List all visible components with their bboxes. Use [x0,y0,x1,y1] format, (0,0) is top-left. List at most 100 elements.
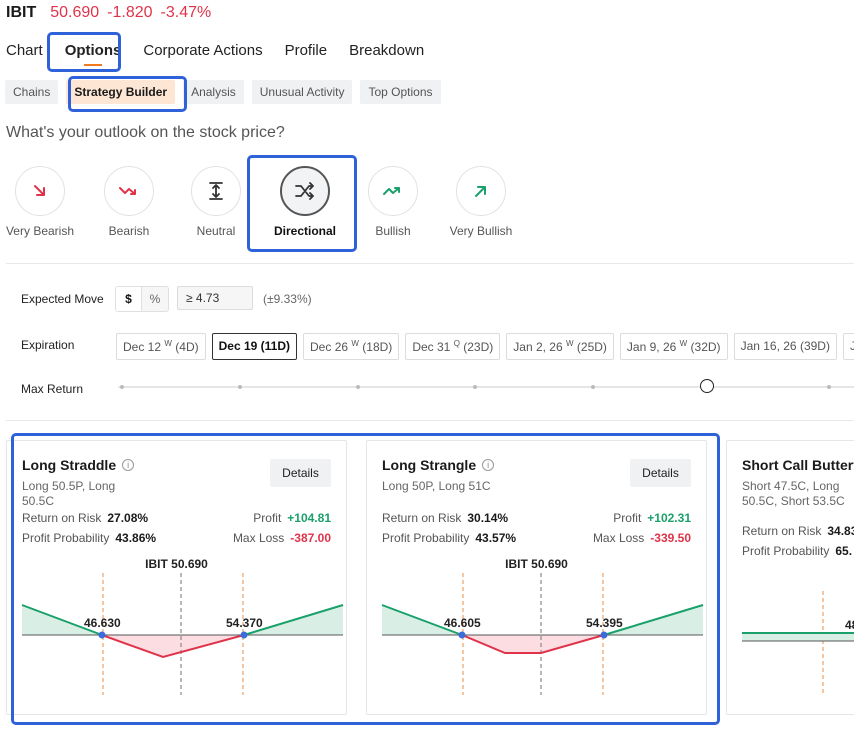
expiration-date: Dec 12 [123,340,162,354]
tab-chart[interactable]: Chart [6,42,43,59]
slider-tick [120,385,124,389]
neutral-range-icon [191,166,241,216]
expiration-tag: Q [453,339,460,348]
breakeven-high-label: 54.395 [586,616,623,630]
max-loss-label: Max Loss [232,531,285,545]
return-on-risk-value: 34.83 [827,524,854,538]
tab-profile[interactable]: Profile [285,42,328,59]
expiration-chip[interactable]: Dec 12 W (4D) [116,333,206,360]
return-on-risk-label: Return on Risk [382,511,462,525]
directional-shuffle-icon [280,166,330,216]
expiration-chip[interactable]: Dec 26 W (18D) [303,333,400,360]
outlook-very-bearish[interactable]: Very Bearish [0,166,80,238]
bullish-zigzag-icon [368,166,418,216]
max-loss: Max Loss -387.00 [233,531,331,545]
expiration-days: (23D) [463,340,494,354]
expiration-days: (4D) [175,340,199,354]
return-on-risk: Return on Risk 34.83 [742,524,854,538]
breakeven-low-label: 46.605 [444,616,481,630]
expiration-chip[interactable]: Ja [842,333,854,360]
card-title: Long Strangle i [382,457,495,473]
very-bearish-arrow-icon [15,166,65,216]
card-title-text: Long Straddle [22,457,117,473]
unit-dollar-button[interactable]: $ [116,287,142,311]
profit-probability-label: Profit Probability [382,531,470,545]
subtab-unusual-activity[interactable]: Unusual Activity [251,80,353,104]
outlook-label: Bullish [375,224,411,238]
card-legs: Long 50.5P, Long 50.5C [22,479,116,508]
details-button[interactable]: Details [270,459,331,487]
expiration-days: (18D) [362,340,393,354]
tab-breakdown[interactable]: Breakdown [349,42,424,59]
subtab-top-options[interactable]: Top Options [360,80,441,104]
breakeven-low-point [458,631,466,639]
expiration-chips: Dec 12 W (4D) Dec 19 (11D) Dec 26 W (18D) D… [116,333,854,360]
ticker-change-pct: -3.47% [160,4,212,21]
breakeven-high-point [240,631,248,639]
current-price-label: IBIT 50.690 [505,557,568,571]
subtab-chains[interactable]: Chains [5,80,59,104]
slider-tick [356,385,360,389]
strategy-card-long-straddle[interactable]: Long Straddle i Long 50.5P, Long 50.5C Deta… [6,440,347,715]
return-on-risk: Return on Risk 30.14% [382,511,508,525]
expiration-date: Jan 16, 26 [740,339,797,353]
slider-tick [827,385,831,389]
profit-probability: Profit Probability 65. [742,544,852,558]
profit-value: +104.81 [287,511,331,525]
strategy-card-long-strangle[interactable]: Long Strangle i Long 50P, Long 51C Details R… [366,440,707,715]
outlook-directional[interactable]: Directional [265,166,345,238]
unit-percent-button[interactable]: % [142,287,168,311]
expiration-days: (39D) [799,339,830,353]
breakeven-high-label: 54.370 [226,616,263,630]
subtab-analysis[interactable]: Analysis [183,80,244,104]
ticker-change: -1.820 [107,4,153,21]
outlook-neutral[interactable]: Neutral [176,166,256,238]
max-loss: Max Loss -339.50 [593,531,691,545]
profit-label: Profit [613,511,642,525]
tab-corporate-actions[interactable]: Corporate Actions [143,42,262,59]
card-title: Long Straddle i [22,457,135,473]
payoff-chart: 46.605 54.395 [381,573,704,695]
divider [6,263,854,264]
max-return-slider-thumb[interactable] [700,379,714,393]
max-loss-label: Max Loss [592,531,645,545]
expiration-chip[interactable]: Jan 9, 26 W (32D) [619,333,728,360]
expiration-date: Dec 26 [310,340,349,354]
breakeven-low-point [98,631,106,639]
profit-probability: Profit Probability 43.57% [382,531,516,545]
profit-probability-value: 43.57% [475,531,517,545]
expiration-chip[interactable]: Dec 19 (11D) [211,333,298,360]
expected-move-label: Expected Move [21,292,104,306]
strategy-card-short-call-butterfly[interactable]: Short Call Butterfly Short 47.5C, Long 50… [726,440,854,715]
outlook-question: What's your outlook on the stock price? [6,124,285,141]
outlook-very-bullish[interactable]: Very Bullish [441,166,521,238]
profit-probability-label: Profit Probability [742,544,830,558]
max-return-slider[interactable] [118,379,854,393]
expiration-days: (25D) [576,340,607,354]
expiration-days: (32D) [690,340,721,354]
max-loss-value: -339.50 [650,531,691,545]
breakeven-low-label: 48 [845,618,854,632]
outlook-bullish[interactable]: Bullish [353,166,433,238]
outlook-selector: Very Bearish Bearish Neutral Directional… [0,166,530,246]
expiration-tag: W [351,339,359,348]
max-loss-value: -387.00 [290,531,331,545]
expiration-chip[interactable]: Jan 16, 26 (39D) [733,333,837,360]
expiration-label: Expiration [21,338,75,352]
payoff-chart: 48 [742,591,854,695]
expiration-tag: W [679,339,688,348]
expiration-days: (11D) [260,339,291,353]
expiration-chip[interactable]: Dec 31 Q (23D) [405,333,501,360]
expected-move-input[interactable]: ≥ 4.73 [177,286,253,310]
outlook-bearish[interactable]: Bearish [89,166,169,238]
main-tabs: Chart Options Corporate Actions Profile … [6,42,446,59]
profit-probability-label: Profit Probability [22,531,110,545]
expiration-chip[interactable]: Jan 2, 26 W (25D) [506,333,614,360]
details-button[interactable]: Details [630,459,691,487]
tab-options[interactable]: Options [65,42,122,59]
info-icon[interactable]: i [122,459,135,471]
ticker-price: 50.690 [50,4,100,21]
outlook-label: Bearish [108,224,150,238]
info-icon[interactable]: i [482,459,495,471]
subtab-strategy-builder[interactable]: Strategy Builder [66,80,176,104]
